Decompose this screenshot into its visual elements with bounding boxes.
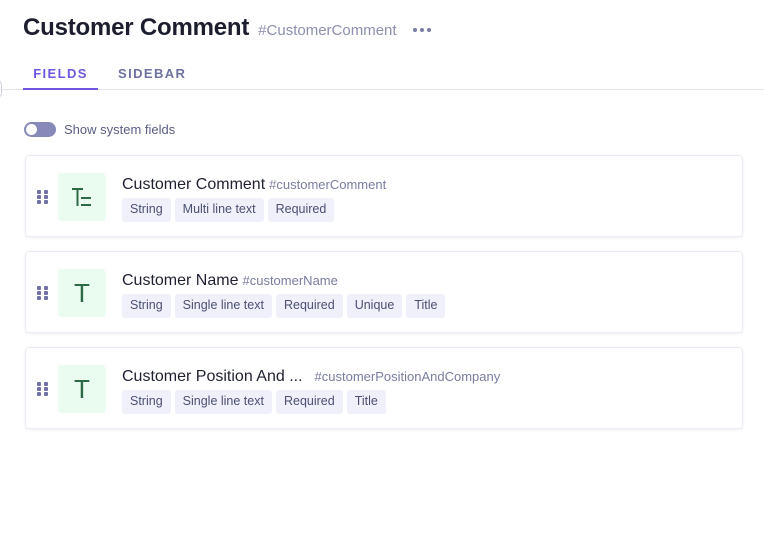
field-card-customer-position-and-company[interactable]: T Customer Position And ... #customerPos… <box>25 347 743 429</box>
show-system-fields-row: Show system fields <box>24 122 175 137</box>
field-badge: Unique <box>346 294 403 318</box>
field-api-id: #customerPositionAndCompany <box>314 369 501 384</box>
panel-resize-handle[interactable] <box>0 80 2 98</box>
field-name: Customer Comment <box>122 176 266 193</box>
tab-bar: FIELDS SIDEBAR <box>0 58 764 90</box>
model-header: Customer Comment #CustomerComment <box>23 14 431 42</box>
field-badge: Required <box>275 390 343 414</box>
field-badge: Title <box>346 390 386 414</box>
field-badge: Required <box>267 198 335 222</box>
show-system-fields-toggle[interactable] <box>24 122 56 137</box>
toggle-knob <box>26 124 37 135</box>
drag-handle-icon[interactable] <box>37 190 48 204</box>
drag-handle-icon[interactable] <box>37 286 48 300</box>
more-horizontal-icon <box>412 28 417 32</box>
field-badge: Single line text <box>174 390 272 414</box>
more-options-button[interactable] <box>412 28 431 32</box>
field-badge: Title <box>406 294 446 318</box>
more-horizontal-icon <box>426 28 431 32</box>
field-card-customer-comment[interactable]: Customer Comment #customerComment String… <box>25 155 743 237</box>
field-badge: String <box>122 390 171 414</box>
single-line-text-icon: T <box>58 365 106 413</box>
field-api-id: #customerComment <box>269 177 387 192</box>
more-horizontal-icon <box>419 28 424 32</box>
field-badge: Required <box>275 294 343 318</box>
field-badge: Single line text <box>174 294 272 318</box>
field-badge: String <box>122 294 171 318</box>
drag-handle-icon[interactable] <box>37 382 48 396</box>
model-api-id: #CustomerComment <box>258 22 397 39</box>
single-line-text-icon: T <box>58 269 106 317</box>
tab-sidebar[interactable]: SIDEBAR <box>118 66 186 81</box>
field-badge: Multi line text <box>174 198 264 222</box>
field-name: Customer Name <box>122 272 239 289</box>
field-card-customer-name[interactable]: T Customer Name #customerName String Sin… <box>25 251 743 333</box>
show-system-fields-label: Show system fields <box>64 122 176 137</box>
multi-line-text-icon <box>58 173 106 221</box>
page-title: Customer Comment <box>23 14 250 41</box>
field-api-id: #customerName <box>242 273 338 288</box>
tab-fields[interactable]: FIELDS <box>23 66 98 90</box>
field-badge: String <box>122 198 171 222</box>
field-name: Customer Position And ... <box>122 368 303 385</box>
